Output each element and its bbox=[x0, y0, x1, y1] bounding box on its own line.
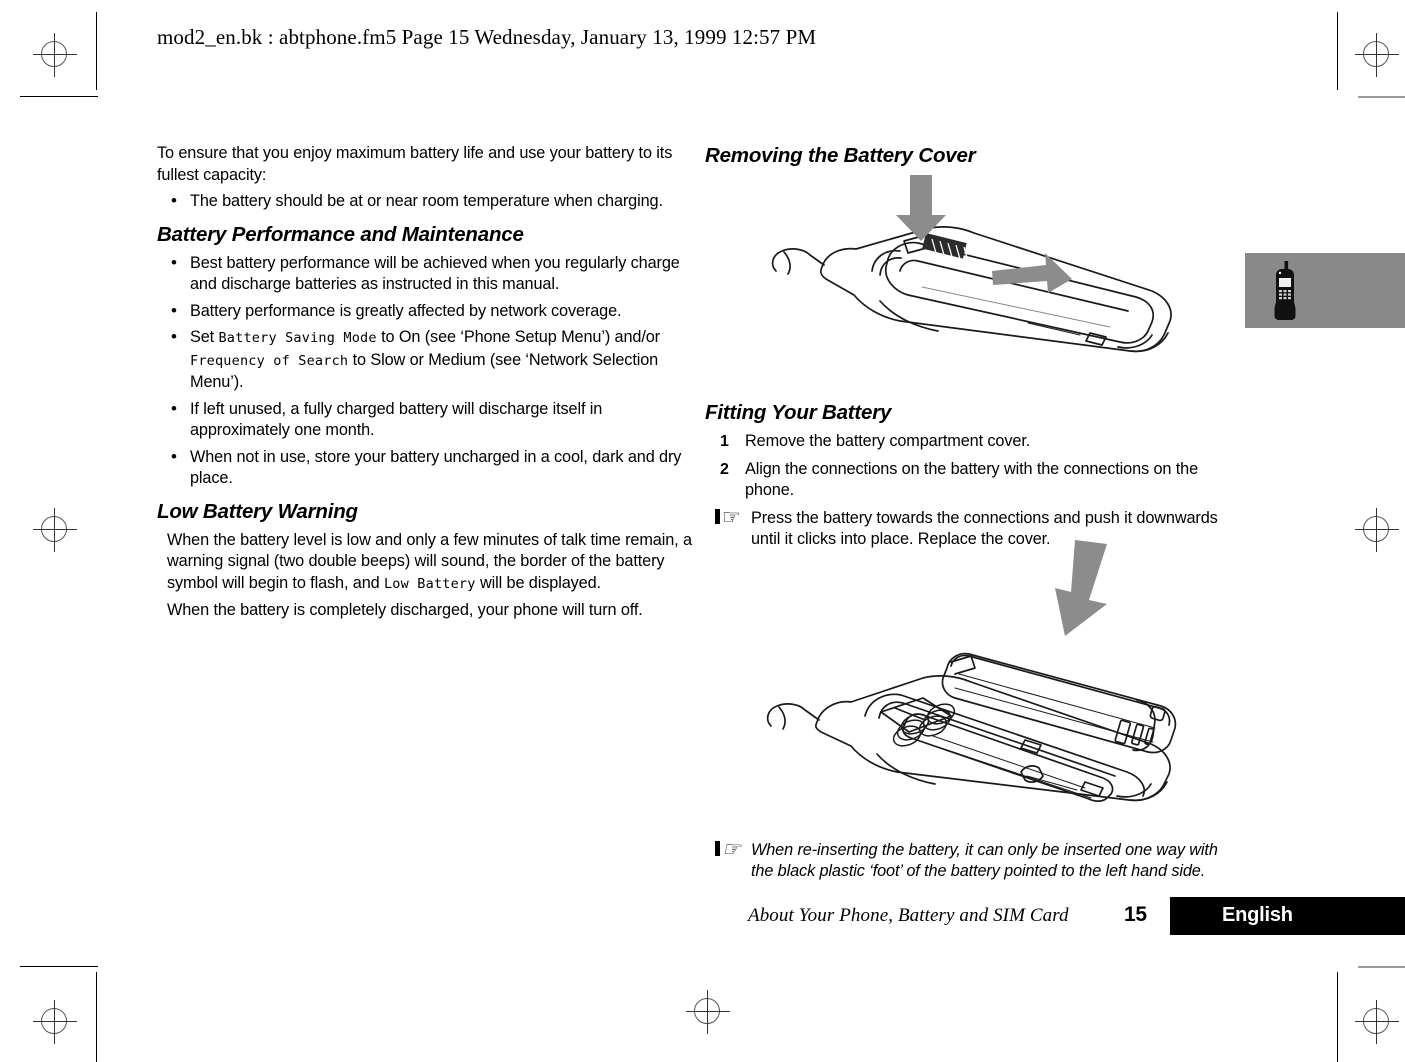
list-item-text: The battery should be at or near room te… bbox=[190, 192, 663, 210]
list-item-text-part: Set bbox=[190, 328, 219, 346]
intro-bullet-list: • The battery should be at or near room … bbox=[157, 191, 692, 213]
bullet-icon: • bbox=[171, 191, 177, 210]
registration-mark-mid-left bbox=[33, 508, 77, 552]
footer-page-number: 15 bbox=[1124, 903, 1147, 926]
press-down-arrow bbox=[896, 175, 946, 241]
pointing-hand-icon: ☞ bbox=[722, 837, 741, 861]
running-head: mod2_en.bk : abtphone.fm5 Page 15 Wednes… bbox=[157, 25, 817, 49]
heading-removing-battery-cover: Removing the Battery Cover bbox=[705, 144, 976, 167]
registration-mark-bottom-right bbox=[1355, 1000, 1399, 1044]
lcd-label-low-battery: Low Battery bbox=[383, 575, 476, 592]
list-item-text: When not in use, store your battery unch… bbox=[190, 447, 682, 488]
registration-mark-bottom-left bbox=[33, 1000, 77, 1044]
list-item: • Battery performance is greatly affecte… bbox=[157, 301, 692, 323]
list-item: 2 Align the connections on the battery w… bbox=[705, 459, 1240, 502]
bullet-icon: • bbox=[171, 327, 177, 346]
mobile-phone-icon bbox=[1274, 261, 1296, 320]
crop-line-top-right-h bbox=[1358, 96, 1405, 98]
list-item-text: Best battery performance will be achieve… bbox=[190, 253, 680, 294]
page-footer: About Your Phone, Battery and SIM Card 1… bbox=[0, 897, 1405, 935]
list-item-text: Battery performance is greatly affected … bbox=[190, 301, 622, 320]
list-item: • If left unused, a fully charged batter… bbox=[157, 399, 692, 442]
crop-line-top-right bbox=[1337, 12, 1338, 90]
step-number: 1 bbox=[720, 433, 729, 450]
list-item-text-part: to On (see ‘Phone Setup Menu’) and/or bbox=[376, 328, 660, 346]
note-bar-icon bbox=[715, 508, 720, 524]
heading-fitting-your-battery: Fitting Your Battery bbox=[705, 401, 892, 424]
lcd-label-battery-saving-mode: Battery Saving Mode bbox=[218, 330, 377, 346]
intro-paragraph: To ensure that you enjoy maximum battery… bbox=[157, 144, 673, 184]
fitting-steps-list: 1 Remove the battery compartment cover. … bbox=[705, 431, 1240, 502]
low-battery-paragraph-1: When the battery level is low and only a… bbox=[167, 530, 692, 596]
crop-line-bottom-left-h bbox=[20, 966, 98, 967]
note-reinserting-battery: ☞ When re-inserting the battery, it can … bbox=[705, 837, 1240, 883]
crop-line-bottom-left-v bbox=[96, 972, 97, 1062]
registration-mark-bottom-center bbox=[686, 990, 730, 1034]
performance-bullet-list: • Best battery performance will be achie… bbox=[157, 253, 692, 490]
list-item: • Set Battery Saving Mode to On (see ‘Ph… bbox=[157, 327, 692, 394]
bullet-icon: • bbox=[171, 446, 177, 466]
crop-line-bottom-right-v bbox=[1337, 972, 1338, 1062]
registration-mark-top-right bbox=[1355, 33, 1399, 77]
list-item: 1 Remove the battery compartment cover. bbox=[705, 431, 1240, 453]
crop-line-bottom-right-h bbox=[1358, 966, 1405, 968]
step-text: Align the connections on the battery wit… bbox=[745, 459, 1199, 500]
chapter-thumb-tab bbox=[1245, 253, 1405, 328]
registration-mark-mid-right bbox=[1355, 508, 1399, 552]
footer-chapter-title: About Your Phone, Battery and SIM Card bbox=[748, 905, 1069, 926]
note-bar-icon bbox=[715, 840, 720, 856]
insert-battery-arrow bbox=[1055, 540, 1107, 636]
bullet-icon: • bbox=[171, 300, 177, 320]
phone-battery-insertion-illustration bbox=[755, 540, 1190, 805]
registration-mark-top-left bbox=[33, 33, 77, 77]
crop-line-left bbox=[96, 12, 97, 90]
crop-line-top-left bbox=[20, 96, 98, 97]
list-item: • Best battery performance will be achie… bbox=[157, 253, 692, 296]
low-battery-paragraph-2: When the battery is completely discharge… bbox=[167, 601, 643, 619]
list-item: • When not in use, store your battery un… bbox=[157, 447, 692, 490]
bullet-icon: • bbox=[171, 252, 177, 272]
heading-battery-performance: Battery Performance and Maintenance bbox=[157, 222, 524, 246]
left-column: To ensure that you enjoy maximum battery… bbox=[157, 143, 692, 627]
slide-off-arrow bbox=[992, 253, 1072, 293]
heading-low-battery-warning: Low Battery Warning bbox=[157, 499, 358, 523]
pointing-hand-icon: ☞ bbox=[722, 505, 741, 529]
list-item: • The battery should be at or near room … bbox=[157, 191, 692, 213]
step-number: 2 bbox=[720, 460, 729, 478]
paragraph-text-part: will be displayed. bbox=[475, 573, 601, 592]
footer-language-label: English bbox=[1222, 904, 1293, 926]
document-page: mod2_en.bk : abtphone.fm5 Page 15 Wednes… bbox=[0, 0, 1405, 1062]
step-text: Remove the battery compartment cover. bbox=[745, 432, 1031, 450]
lcd-label-frequency-of-search: Frequency of Search bbox=[190, 352, 349, 369]
list-item-text: If left unused, a fully charged battery … bbox=[190, 399, 603, 440]
note-text: When re-inserting the battery, it can on… bbox=[751, 840, 1218, 881]
bullet-icon: • bbox=[171, 398, 177, 418]
phone-back-cover-removal-illustration bbox=[760, 175, 1190, 375]
